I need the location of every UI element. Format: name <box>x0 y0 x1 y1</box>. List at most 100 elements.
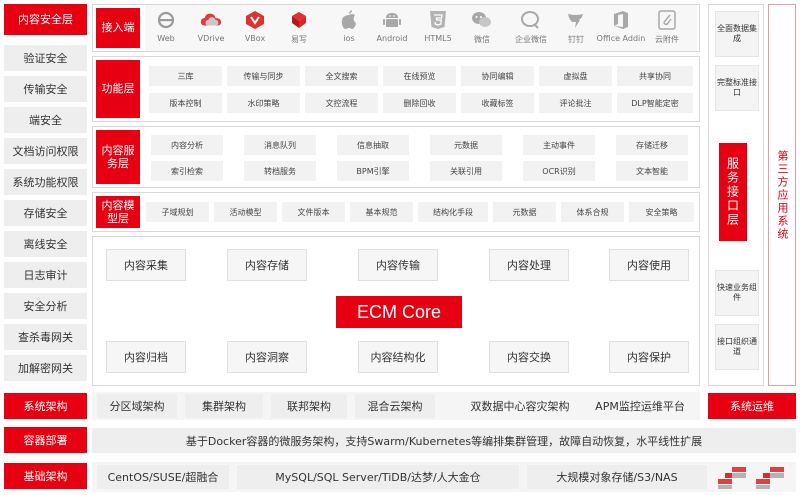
security-panel: 内容安全层 验证安全 传输安全 端安全 文档访问权限 系统功能权限 存储安全 离… <box>4 4 87 386</box>
infra-object-storage: 大规模对象存储/S3/NAS <box>527 465 707 489</box>
svc-events: 主动事件 <box>523 135 595 155</box>
right-data-integration: 全面数据集成 <box>715 11 759 57</box>
model-spec: 基本规范 <box>350 202 413 222</box>
arch-hybrid-cloud: 混合云架构 <box>355 394 435 418</box>
wechat-work-icon <box>520 9 542 31</box>
security-item-offline: 离线安全 <box>4 231 87 257</box>
arch-regional: 分区域架构 <box>97 394 177 418</box>
core-structuring: 内容结构化 <box>358 341 438 373</box>
security-item-audit: 日志审计 <box>4 262 87 288</box>
client-vdrive: VDrive <box>186 9 236 53</box>
core-protection: 内容保护 <box>609 341 689 373</box>
func-recycle: 删除回收 <box>383 93 456 113</box>
arch-federated: 联邦架构 <box>271 394 347 418</box>
func-preview: 在线预览 <box>383 66 456 86</box>
func-version: 版本控制 <box>149 93 222 113</box>
func-vdisk: 虚拟盘 <box>539 66 612 86</box>
client-android: Android <box>367 9 417 53</box>
wechat-icon <box>471 9 493 31</box>
func-coedit: 协同编辑 <box>461 66 534 86</box>
client-web: Web <box>141 9 191 53</box>
infra-label: 基础架构 <box>4 463 87 489</box>
security-item-crypto: 加解密网关 <box>4 355 87 381</box>
client-html5: HTML5 <box>413 9 463 53</box>
arch-apm: APM监控运维平台 <box>585 394 695 418</box>
container-label: 容器部署 <box>4 427 87 453</box>
container-description: 基于Docker容器的微服务架构，支持Swarm/Kubernetes等编排集群… <box>92 428 796 453</box>
security-panel-title: 内容安全层 <box>4 4 87 35</box>
model-security-policy: 安全策略 <box>629 202 694 222</box>
access-layer: 接入端 Web VDrive VBox 易写 ios Android HTML5… <box>92 4 700 52</box>
core-archive: 内容归档 <box>106 341 186 373</box>
func-search: 全文搜索 <box>305 66 378 86</box>
client-wechat: 微信 <box>457 9 507 53</box>
server-stack-icon <box>716 463 750 491</box>
right-interface-channel: 接口组织通道 <box>715 324 759 370</box>
security-item-doc-access: 文档访问权限 <box>4 138 87 164</box>
security-item-antivirus: 查杀毒网关 <box>4 324 87 350</box>
core-storage: 内容存储 <box>227 249 307 281</box>
content-model-layer-label: 内容模型层 <box>96 196 140 228</box>
func-dlp: DLP智能定密 <box>617 93 693 113</box>
html5-icon <box>427 9 449 31</box>
right-standard-interface: 完整标准接口 <box>715 65 759 111</box>
attachment-icon <box>656 9 678 31</box>
core-usage: 内容使用 <box>609 249 689 281</box>
infra-database: MySQL/SQL Server/TiDB/达梦/人大金仓 <box>237 465 519 489</box>
svc-ocr: OCR识别 <box>523 161 595 181</box>
svc-migration: 存储迁移 <box>616 135 688 155</box>
content-service-layer: 内容服务层 内容分析 消息队列 信息抽取 元数据 主动事件 存储迁移 索引检索 … <box>92 126 700 188</box>
func-workflow: 文控流程 <box>305 93 378 113</box>
ie-icon <box>155 9 177 31</box>
svc-index: 索引检索 <box>151 161 223 181</box>
function-layer: 功能层 三库 传输与同步 全文搜索 在线预览 协同编辑 虚拟盘 共享协同 版本控… <box>92 56 700 122</box>
ecm-core-title: ECM Core <box>336 296 462 328</box>
func-share: 共享协同 <box>617 66 693 86</box>
content-model-layer: 内容模型层 子域规划 活动模型 文件版本 基本规范 结构化手段 元数据 体系合规… <box>92 192 700 232</box>
content-service-layer-label: 内容服务层 <box>96 130 140 184</box>
service-interface-layer: 服务接口层 <box>719 143 747 241</box>
model-file-version: 文件版本 <box>282 202 345 222</box>
third-party-label: 第三方应用系统 <box>776 149 789 241</box>
infra-os: CentOS/SUSE/超融合 <box>97 465 229 489</box>
arch-cluster: 集群架构 <box>185 394 263 418</box>
svc-analysis: 内容分析 <box>151 135 223 155</box>
system-ops-label: 系统运维 <box>708 393 796 419</box>
func-sync: 传输与同步 <box>227 66 300 86</box>
svc-reference: 关联引用 <box>430 161 502 181</box>
client-office: Office Addin <box>596 9 646 53</box>
svc-text-ai: 文本智能 <box>616 161 688 181</box>
security-item-storage: 存储安全 <box>4 200 87 226</box>
core-processing: 内容处理 <box>489 249 569 281</box>
security-item-endpoint: 端安全 <box>4 107 87 133</box>
dingtalk-icon <box>565 9 587 31</box>
svc-mq: 消息队列 <box>244 135 316 155</box>
svc-metadata: 元数据 <box>430 135 502 155</box>
svc-bpm: BPM引擎 <box>337 161 409 181</box>
client-dingtalk: 钉钉 <box>551 9 601 53</box>
client-attachment: 云附件 <box>642 9 692 53</box>
function-layer-label: 功能层 <box>96 60 140 118</box>
security-item-transport: 传输安全 <box>4 76 87 102</box>
svc-convert: 转档服务 <box>244 161 316 181</box>
security-item-auth: 验证安全 <box>4 45 87 71</box>
func-watermark: 水印策略 <box>227 93 300 113</box>
model-metadata: 元数据 <box>493 202 556 222</box>
client-vbox: VBox <box>230 9 280 53</box>
core-capture: 内容采集 <box>106 249 186 281</box>
ecm-core-area: 内容采集 内容存储 内容传输 内容处理 内容使用 ECM Core 内容归档 内… <box>92 236 700 386</box>
access-layer-label: 接入端 <box>96 8 140 48</box>
server-stack-icon-2 <box>754 463 788 491</box>
client-wechat-work: 企业微信 <box>506 9 556 53</box>
func-comments: 评论批注 <box>539 93 612 113</box>
func-repo: 三库 <box>149 66 222 86</box>
office-icon <box>610 9 632 31</box>
apple-icon <box>338 9 360 31</box>
cloud-icon <box>200 9 222 31</box>
write-icon <box>288 9 310 31</box>
system-arch-label: 系统架构 <box>4 393 87 419</box>
arch-dual-dc: 双数据中心容灾架构 <box>461 394 579 418</box>
core-transport: 内容传输 <box>358 249 438 281</box>
core-insight: 内容洞察 <box>227 341 307 373</box>
model-subdomain: 子域规划 <box>146 202 209 222</box>
